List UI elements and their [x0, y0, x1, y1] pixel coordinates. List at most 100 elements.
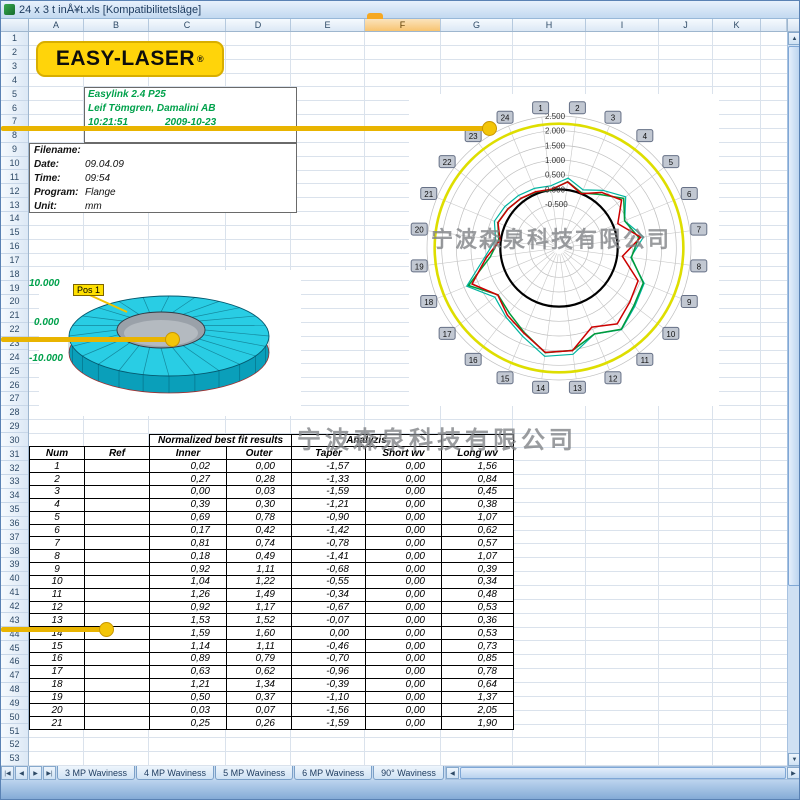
table-cell[interactable]: 1,90 [442, 717, 514, 730]
table-cell[interactable]: 16 [30, 652, 85, 665]
table-cell[interactable]: 0,00 [227, 460, 292, 473]
table-cell[interactable]: 0,00 [366, 614, 442, 627]
table-cell[interactable]: 0,00 [366, 652, 442, 665]
table-cell[interactable]: 0,48 [442, 588, 514, 601]
table-cell[interactable]: -0,07 [292, 614, 366, 627]
table-cell[interactable]: 1,07 [442, 511, 514, 524]
scroll-up-arrow[interactable]: ▲ [788, 32, 800, 45]
row-header-16[interactable]: 16 [1, 240, 28, 254]
table-cell[interactable]: -0,55 [292, 575, 366, 588]
table-cell[interactable]: 1,26 [150, 588, 227, 601]
scroll-down-arrow[interactable]: ▼ [788, 753, 800, 766]
table-cell[interactable]: 0,74 [227, 537, 292, 550]
row-header-38[interactable]: 38 [1, 544, 28, 558]
row-header-5[interactable]: 5 [1, 87, 28, 101]
table-cell[interactable]: -1,59 [292, 486, 366, 499]
table-cell[interactable]: -0,46 [292, 640, 366, 653]
table-cell[interactable]: 0,92 [150, 563, 227, 576]
row-header-41[interactable]: 41 [1, 586, 28, 600]
row-header-45[interactable]: 45 [1, 641, 28, 655]
table-cell[interactable]: 1,22 [227, 575, 292, 588]
row-header-43[interactable]: 43 [1, 613, 28, 627]
tab-nav-button-1[interactable]: ◀ [15, 766, 28, 780]
table-cell[interactable]: 0,53 [442, 627, 514, 640]
table-cell[interactable]: 0,64 [442, 678, 514, 691]
table-cell[interactable]: 0,00 [366, 460, 442, 473]
table-cell[interactable] [85, 473, 150, 486]
row-header-26[interactable]: 26 [1, 378, 28, 392]
table-cell[interactable]: -0,39 [292, 678, 366, 691]
row-header-17[interactable]: 17 [1, 254, 28, 268]
table-cell[interactable]: 12 [30, 601, 85, 614]
row-header-37[interactable]: 37 [1, 530, 28, 544]
row-header-10[interactable]: 10 [1, 157, 28, 171]
table-cell[interactable] [85, 704, 150, 717]
column-header-D[interactable]: D [226, 19, 291, 31]
row-header-28[interactable]: 28 [1, 406, 28, 420]
table-cell[interactable]: 1,07 [442, 550, 514, 563]
table-cell[interactable] [85, 614, 150, 627]
table-cell[interactable]: 1,17 [227, 601, 292, 614]
table-cell[interactable]: 5 [30, 511, 85, 524]
table-cell[interactable]: 0,27 [150, 473, 227, 486]
table-cell[interactable]: 1,34 [227, 678, 292, 691]
column-header-A[interactable]: A [29, 19, 84, 31]
table-cell[interactable]: 9 [30, 563, 85, 576]
table-cell[interactable]: 0,79 [227, 652, 292, 665]
table-cell[interactable]: -1,56 [292, 704, 366, 717]
table-cell[interactable]: 1 [30, 460, 85, 473]
title-bar[interactable]: 24 x 3 t inÅ¥t.xls [Kompatibilitetsläge] [1, 1, 799, 19]
table-cell[interactable]: 0,18 [150, 550, 227, 563]
table-cell[interactable]: 0,00 [366, 550, 442, 563]
table-cell[interactable]: 0,39 [442, 563, 514, 576]
tab-nav-button-0[interactable]: |◀ [1, 766, 14, 780]
table-cell[interactable] [85, 486, 150, 499]
table-cell[interactable]: 0,34 [442, 575, 514, 588]
table-cell[interactable] [85, 717, 150, 730]
row-header-53[interactable]: 53 [1, 752, 28, 766]
table-cell[interactable]: 0,00 [150, 486, 227, 499]
table-cell[interactable]: 0,53 [442, 601, 514, 614]
table-cell[interactable]: 0,00 [366, 563, 442, 576]
table-cell[interactable]: -1,21 [292, 498, 366, 511]
table-cell[interactable]: 0,00 [366, 640, 442, 653]
row-header-13[interactable]: 13 [1, 198, 28, 212]
table-cell[interactable]: 0,02 [150, 460, 227, 473]
table-cell[interactable]: 0,89 [150, 652, 227, 665]
sheet-tab[interactable]: 90° Waviness [373, 766, 444, 780]
row-header-30[interactable]: 30 [1, 433, 28, 447]
table-cell[interactable] [85, 511, 150, 524]
column-header-J[interactable]: J [659, 19, 713, 31]
sheet-tab[interactable]: 3 MP Waviness [57, 766, 135, 780]
table-cell[interactable]: -1,41 [292, 550, 366, 563]
table-cell[interactable]: -1,42 [292, 524, 366, 537]
table-cell[interactable]: 0,92 [150, 601, 227, 614]
table-cell[interactable]: 0,00 [366, 717, 442, 730]
row-header-20[interactable]: 20 [1, 295, 28, 309]
table-cell[interactable]: 0,03 [150, 704, 227, 717]
table-cell[interactable]: 0,45 [442, 486, 514, 499]
row-header-33[interactable]: 33 [1, 475, 28, 489]
sheet-tab[interactable]: 5 MP Waviness [215, 766, 293, 780]
sheet-tab[interactable]: 4 MP Waviness [136, 766, 214, 780]
table-cell[interactable]: 0,49 [227, 550, 292, 563]
row-header-46[interactable]: 46 [1, 655, 28, 669]
table-cell[interactable]: 10 [30, 575, 85, 588]
table-cell[interactable]: -0,68 [292, 563, 366, 576]
table-cell[interactable]: 0,30 [227, 498, 292, 511]
horizontal-scroll-thumb[interactable] [460, 767, 786, 779]
table-cell[interactable]: 0,84 [442, 473, 514, 486]
table-cell[interactable]: -0,34 [292, 588, 366, 601]
table-cell[interactable]: 8 [30, 550, 85, 563]
table-cell[interactable]: 0,00 [366, 704, 442, 717]
row-header-18[interactable]: 18 [1, 267, 28, 281]
sheet-tab[interactable]: 6 MP Waviness [294, 766, 372, 780]
tab-nav-button-2[interactable]: ▶ [29, 766, 42, 780]
table-cell[interactable]: 1,04 [150, 575, 227, 588]
table-cell[interactable]: 1,56 [442, 460, 514, 473]
table-cell[interactable]: 3 [30, 486, 85, 499]
table-cell[interactable]: 7 [30, 537, 85, 550]
row-header-3[interactable]: 3 [1, 60, 28, 74]
table-cell[interactable]: 1,52 [227, 614, 292, 627]
table-cell[interactable]: 1,14 [150, 640, 227, 653]
